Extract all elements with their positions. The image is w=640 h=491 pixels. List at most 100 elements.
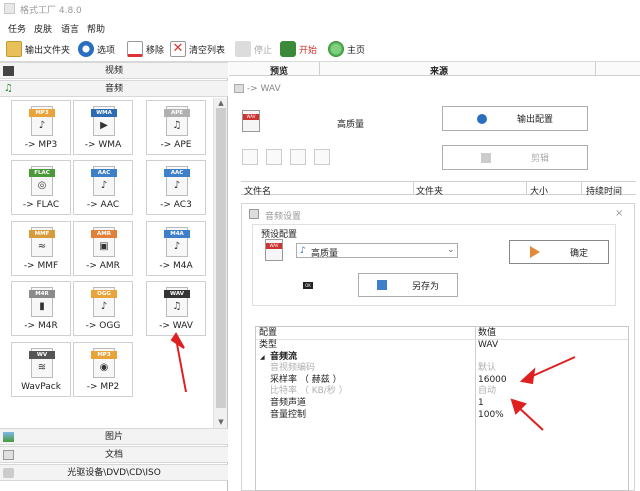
category-document[interactable]: 文档: [0, 446, 228, 463]
remove-button[interactable]: 移除: [127, 40, 164, 58]
format-caption: -> OGG: [85, 321, 121, 331]
options-button[interactable]: 选项: [78, 40, 115, 58]
target-label: -> WAV: [246, 84, 281, 94]
preset-value: 高质量: [311, 249, 339, 259]
grid-value: WAV: [478, 340, 499, 350]
scroll-thumb[interactable]: [216, 108, 226, 408]
format-tile[interactable]: MP3 ◉ -> MP2: [73, 342, 133, 397]
globe-icon: [328, 41, 344, 57]
grid-row[interactable]: 音视频编码 默认: [256, 363, 628, 375]
ok-button[interactable]: 确定: [509, 240, 609, 264]
chevron-down-icon: ⌄: [447, 245, 455, 255]
format-scrollbar[interactable]: ▲ ▼: [213, 98, 227, 428]
format-glyph-icon: ♫: [172, 120, 182, 131]
format-tile[interactable]: MP3 ♪ -> MP3: [11, 100, 71, 155]
menu-skin[interactable]: 皮肤: [34, 22, 52, 35]
format-badge: AAC: [164, 169, 190, 177]
format-caption: -> MP2: [86, 382, 120, 392]
format-file-icon: WAV ♫: [164, 287, 190, 317]
options-label: 选项: [97, 45, 116, 56]
menu-task[interactable]: 任务: [8, 22, 26, 35]
stop-button[interactable]: 停止: [235, 40, 272, 58]
col-duration[interactable]: 持续时间: [586, 184, 622, 197]
format-tile[interactable]: WMA ▶ -> WMA: [73, 100, 133, 155]
format-tile[interactable]: M4A ♪ -> M4A: [146, 221, 206, 276]
format-badge: WAV: [164, 290, 190, 298]
format-tile[interactable]: FLAC ◎ -> FLAC: [11, 160, 71, 215]
add-file-icon[interactable]: [242, 149, 258, 165]
format-caption: -> M4R: [24, 321, 58, 331]
format-caption: -> AMR: [86, 261, 120, 271]
clear-list-button[interactable]: ✕ 清空列表: [170, 40, 225, 58]
remove-label: 移除: [146, 45, 165, 56]
format-glyph-icon: ▣: [99, 241, 109, 252]
clear-icon: ✕: [170, 41, 186, 57]
settings-grid: 配置 数值 类型 WAV ◢ 音频流 音视频编码 默认 采样率 （ 赫兹 ） 16000 比特率…: [255, 326, 629, 491]
menu-language[interactable]: 语言: [61, 22, 79, 35]
format-tile[interactable]: M4R ▮ -> M4R: [11, 281, 71, 336]
grid-value: 默认: [478, 363, 497, 374]
format-caption: -> FLAC: [22, 200, 60, 210]
grid-row[interactable]: 音量控制 100%: [256, 410, 628, 422]
format-glyph-icon: ♪: [38, 120, 46, 131]
format-glyph-icon: ◉: [99, 362, 109, 373]
remove-icon: [127, 41, 143, 57]
col-filename[interactable]: 文件名: [244, 184, 271, 197]
format-tile[interactable]: MMF ≈ -> MMF: [11, 221, 71, 276]
info-icon[interactable]: [314, 149, 330, 165]
grid-row[interactable]: 采样率 （ 赫兹 ） 16000: [256, 375, 628, 387]
quality-label: 高质量: [337, 120, 365, 130]
format-glyph-icon: ▮: [39, 301, 45, 312]
play-icon[interactable]: [290, 149, 306, 165]
scroll-up-icon[interactable]: ▲: [216, 99, 226, 107]
menu-help[interactable]: 帮助: [87, 22, 105, 35]
task-action-icons: [242, 149, 334, 167]
grid-row[interactable]: 音频声道 1: [256, 398, 628, 410]
output-folder-label: 输出文件夹: [25, 45, 71, 56]
format-tile[interactable]: AAC ♪ -> AC3: [146, 160, 206, 215]
format-caption: -> APE: [160, 140, 192, 150]
grid-row[interactable]: 类型 WAV: [256, 340, 628, 352]
format-file-icon: OGG ♪: [91, 287, 117, 317]
format-badge: MP3: [91, 351, 117, 359]
task-header: 预览 来源: [229, 62, 640, 77]
format-glyph-icon: ♪: [100, 301, 108, 312]
format-tile[interactable]: AMR ▣ -> AMR: [73, 221, 133, 276]
format-file-icon: AMR ▣: [91, 227, 117, 257]
format-tile[interactable]: AAC ♪ -> AAC: [73, 160, 133, 215]
format-badge: AAC: [91, 169, 117, 177]
delete-file-icon[interactable]: [266, 149, 282, 165]
format-tile[interactable]: APE ♫ -> APE: [146, 100, 206, 155]
start-button[interactable]: 开始: [280, 40, 317, 58]
format-tile[interactable]: WV ≋ WavPack: [11, 342, 71, 397]
format-file-icon: AAC ♪: [91, 166, 117, 196]
format-file-icon: WV ≋: [29, 348, 55, 378]
format-file-icon: M4R ▮: [29, 287, 55, 317]
col-folder[interactable]: 文件夹: [416, 184, 443, 197]
category-video[interactable]: 视频: [0, 62, 228, 79]
format-caption: -> WMA: [84, 140, 122, 150]
start-icon: [280, 41, 296, 57]
preset-select[interactable]: ♪ 高质量 ⌄: [296, 243, 458, 259]
collapse-icon[interactable]: ◢: [260, 352, 265, 364]
grid-value: 16000: [478, 374, 507, 385]
clip-button[interactable]: 剪辑: [442, 145, 588, 170]
format-tile[interactable]: OGG ♪ -> OGG: [73, 281, 133, 336]
close-icon[interactable]: ×: [615, 208, 623, 219]
grid-key: 类型: [259, 340, 278, 350]
grid-row[interactable]: ◢ 音频流: [256, 352, 628, 364]
category-image[interactable]: 图片: [0, 428, 228, 445]
output-config-button[interactable]: 输出配置: [442, 106, 588, 131]
format-tile[interactable]: WAV ♫ -> WAV: [146, 281, 206, 336]
scroll-down-icon[interactable]: ▼: [216, 418, 226, 426]
save-as-button[interactable]: 另存为: [358, 273, 458, 297]
category-optical[interactable]: 光驱设备\DVD\CD\ISO: [0, 464, 228, 481]
format-badge: FLAC: [29, 169, 55, 177]
col-size[interactable]: 大小: [530, 184, 548, 197]
home-button[interactable]: 主页: [328, 40, 365, 58]
save-as-label: 另存为: [411, 281, 439, 292]
category-audio[interactable]: ♫ 音频: [0, 80, 228, 97]
folder-icon: [6, 41, 22, 57]
output-folder-button[interactable]: 输出文件夹: [6, 40, 70, 58]
grid-row[interactable]: 比特率 （ KB/秒 ） 自动: [256, 386, 628, 398]
